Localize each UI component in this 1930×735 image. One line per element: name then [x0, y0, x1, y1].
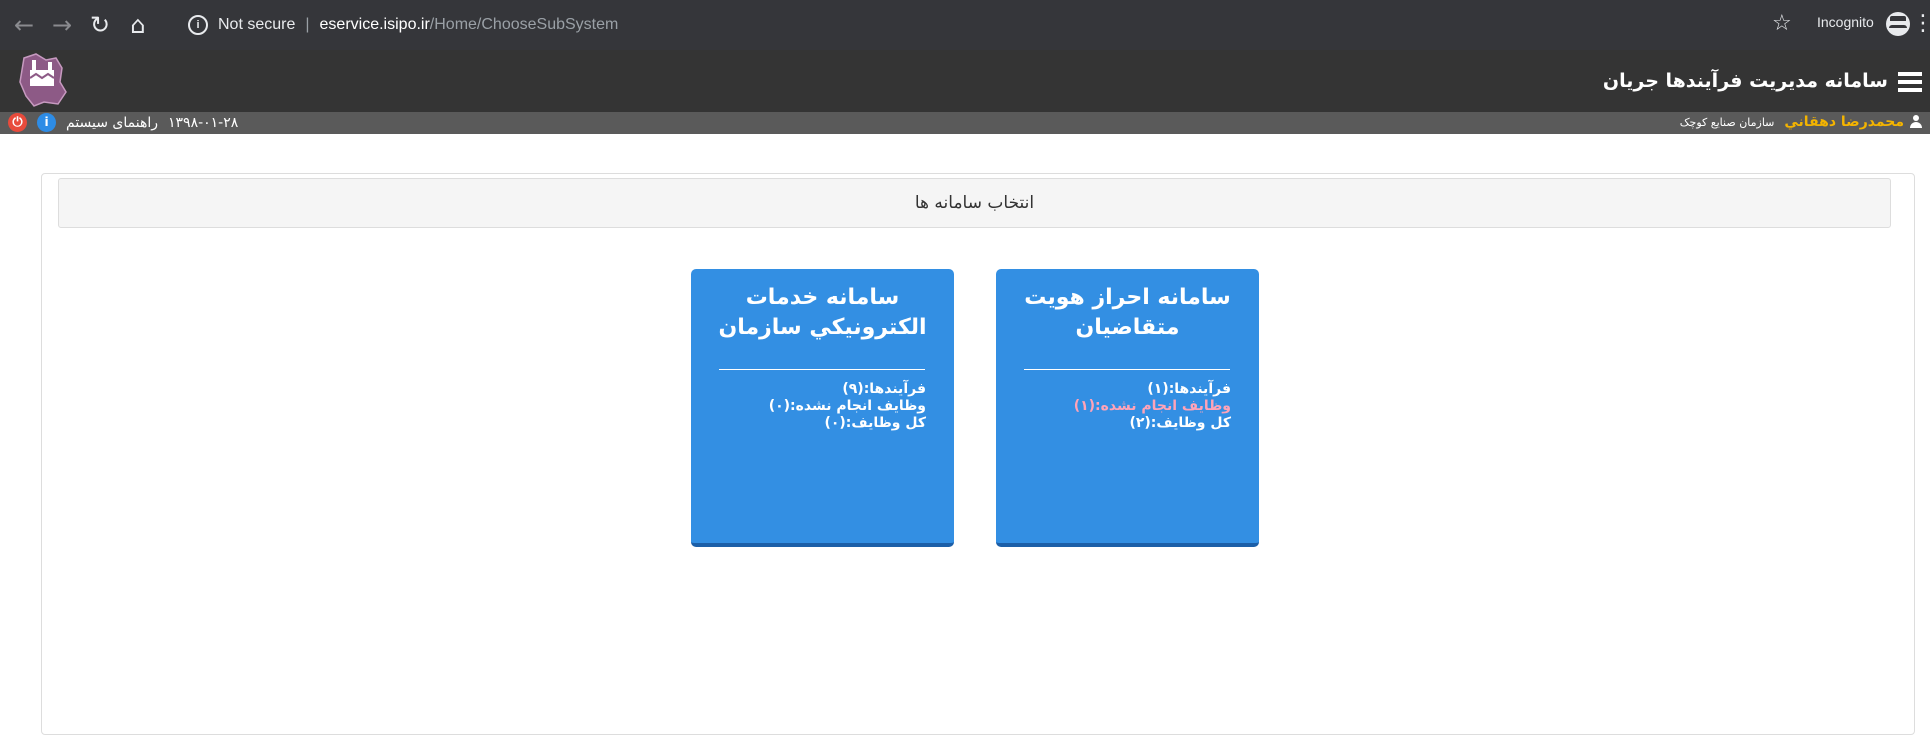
logout-power-icon[interactable]: ⏻ — [8, 113, 27, 132]
back-arrow-icon[interactable]: ← — [10, 11, 38, 39]
incognito-icon[interactable] — [1886, 12, 1910, 36]
user-info: محمدرضا دهقاني سازمان صنایع کوچک — [1680, 114, 1922, 130]
card-divider — [1024, 369, 1230, 370]
card-title-line1: سامانه احراز هويت — [1024, 285, 1231, 310]
card-title: سامانه خدمات الكترونيكي سازمان — [691, 283, 954, 343]
pending-tasks-count: وظایف انجام نشده:(۱) — [1073, 398, 1231, 414]
card-title: سامانه احراز هويت متقاضيان — [996, 283, 1259, 343]
url-separator: | — [305, 16, 310, 33]
processes-count: فرآیندها:(۱) — [1147, 381, 1231, 397]
user-icon — [1910, 115, 1922, 129]
panel-title: انتخاب سامانه ها — [914, 193, 1035, 213]
url-host: eservice.isipo.ir — [319, 16, 430, 33]
total-tasks-count: کل وظایف:(۲) — [1129, 415, 1231, 431]
total-tasks-count: کل وظایف:(۰) — [824, 415, 926, 431]
url-path: /Home/ChooseSubSystem — [429, 16, 619, 33]
pending-tasks-count: وظایف انجام نشده:(۰) — [768, 398, 926, 414]
current-date: ۱۳۹۸-۰۱-۲۸ — [168, 114, 239, 131]
card-stats: فرآیندها:(۹) وظایف انجام نشده:(۰) کل وظا… — [769, 381, 926, 432]
help-link[interactable]: راهنمای سیستم — [66, 115, 158, 131]
info-icon[interactable]: i — [188, 15, 208, 35]
reload-icon[interactable]: ↻ — [86, 11, 114, 39]
bookmark-star-icon[interactable]: ☆ — [1772, 10, 1792, 38]
subsystem-card-identity[interactable]: سامانه احراز هويت متقاضيان فرآیندها:(۱) … — [996, 269, 1259, 547]
hamburger-menu-icon[interactable] — [1898, 72, 1922, 92]
header-tools: ⏻ i راهنمای سیستم ۱۳۹۸-۰۱-۲۸ — [8, 113, 238, 132]
card-divider — [719, 369, 925, 370]
subsystem-card-eservices[interactable]: سامانه خدمات الكترونيكي سازمان فرآیندها:… — [691, 269, 954, 547]
user-name[interactable]: محمدرضا دهقاني — [1784, 114, 1904, 130]
incognito-label: Incognito — [1817, 14, 1874, 30]
home-icon[interactable]: ⌂ — [124, 11, 152, 39]
processes-count: فرآیندها:(۹) — [842, 381, 926, 397]
card-title-line2: الكترونيكي سازمان — [718, 315, 927, 340]
menu-dots-icon[interactable]: ⋮ — [1912, 10, 1930, 38]
organization-name: سازمان صنایع کوچک — [1679, 115, 1775, 129]
info-circle-icon[interactable]: i — [37, 113, 56, 132]
card-title-line2: متقاضيان — [1075, 315, 1180, 340]
user-bar — [0, 112, 1930, 134]
app-title: سامانه مدیریت فرآیندها جریان — [1602, 70, 1888, 92]
card-title-line1: سامانه خدمات — [745, 285, 900, 310]
forward-arrow-icon[interactable]: → — [48, 11, 76, 39]
address-bar[interactable]: i Not secure | eservice.isipo.ir/Home/Ch… — [188, 13, 618, 37]
security-label: Not secure — [218, 16, 296, 33]
organization-logo-icon — [19, 53, 67, 107]
card-stats: فرآیندها:(۱) وظایف انجام نشده:(۱) کل وظا… — [1074, 381, 1231, 432]
subsystem-panel — [41, 173, 1915, 735]
